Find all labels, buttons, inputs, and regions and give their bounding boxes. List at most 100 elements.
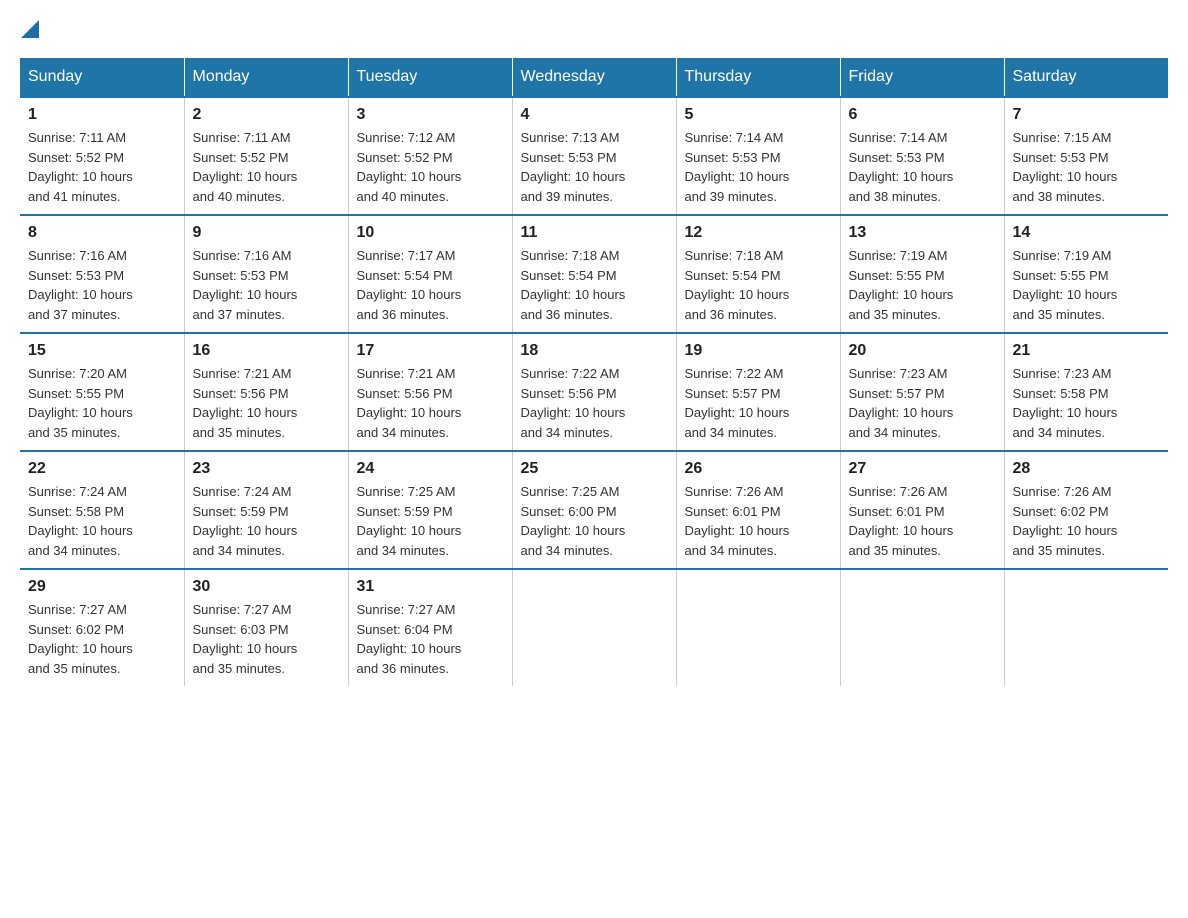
day-info: Sunrise: 7:15 AMSunset: 5:53 PMDaylight:…: [1013, 128, 1161, 206]
day-number: 18: [521, 342, 668, 360]
day-number: 15: [28, 342, 176, 360]
day-info: Sunrise: 7:19 AMSunset: 5:55 PMDaylight:…: [1013, 246, 1161, 324]
calendar-cell: 18 Sunrise: 7:22 AMSunset: 5:56 PMDayligh…: [512, 333, 676, 451]
calendar-cell: 2 Sunrise: 7:11 AMSunset: 5:52 PMDaylight…: [184, 97, 348, 215]
day-info: Sunrise: 7:26 AMSunset: 6:01 PMDaylight:…: [685, 482, 832, 560]
calendar-cell: 8Sunrise: 7:16 AMSunset: 5:53 PMDaylight…: [20, 215, 184, 333]
day-number: 26: [685, 460, 832, 478]
calendar-cell: 10Sunrise: 7:17 AMSunset: 5:54 PMDayligh…: [348, 215, 512, 333]
day-info: Sunrise: 7:11 AMSunset: 5:52 PMDaylight:…: [193, 128, 340, 206]
day-number: 9: [193, 224, 340, 242]
week-row-2: 8Sunrise: 7:16 AMSunset: 5:53 PMDaylight…: [20, 215, 1168, 333]
day-number: 5: [685, 106, 832, 124]
day-info: Sunrise: 7:18 AMSunset: 5:54 PMDaylight:…: [521, 246, 668, 324]
calendar-header: SundayMondayTuesdayWednesdayThursdayFrid…: [20, 58, 1168, 97]
calendar-cell: 22 Sunrise: 7:24 AMSunset: 5:58 PMDayligh…: [20, 451, 184, 569]
day-info: Sunrise: 7:24 AMSunset: 5:59 PMDaylight:…: [193, 482, 340, 560]
day-info: Sunrise: 7:27 AMSunset: 6:04 PMDaylight:…: [357, 600, 504, 678]
day-number: 31: [357, 578, 504, 596]
calendar-cell: 19 Sunrise: 7:22 AMSunset: 5:57 PMDayligh…: [676, 333, 840, 451]
day-info: Sunrise: 7:27 AMSunset: 6:03 PMDaylight:…: [193, 600, 340, 678]
day-number: 27: [849, 460, 996, 478]
day-info: Sunrise: 7:16 AMSunset: 5:53 PMDaylight:…: [193, 246, 340, 324]
calendar-cell: 6 Sunrise: 7:14 AMSunset: 5:53 PMDaylight…: [840, 97, 1004, 215]
day-number: 25: [521, 460, 668, 478]
calendar-cell: 27 Sunrise: 7:26 AMSunset: 6:01 PMDayligh…: [840, 451, 1004, 569]
day-of-week-saturday: Saturday: [1004, 58, 1168, 97]
day-info: Sunrise: 7:21 AMSunset: 5:56 PMDaylight:…: [357, 364, 504, 442]
day-info: Sunrise: 7:26 AMSunset: 6:02 PMDaylight:…: [1013, 482, 1161, 560]
day-number: 29: [28, 578, 176, 596]
logo-triangle-icon: [21, 20, 39, 38]
calendar-cell: 20 Sunrise: 7:23 AMSunset: 5:57 PMDayligh…: [840, 333, 1004, 451]
calendar-cell: 11 Sunrise: 7:18 AMSunset: 5:54 PMDayligh…: [512, 215, 676, 333]
day-info: Sunrise: 7:12 AMSunset: 5:52 PMDaylight:…: [357, 128, 504, 206]
calendar-cell: 14 Sunrise: 7:19 AMSunset: 5:55 PMDayligh…: [1004, 215, 1168, 333]
calendar-cell: 23 Sunrise: 7:24 AMSunset: 5:59 PMDayligh…: [184, 451, 348, 569]
day-info: Sunrise: 7:17 AMSunset: 5:54 PMDaylight:…: [357, 246, 504, 324]
day-number: 1: [28, 106, 176, 124]
day-number: 24: [357, 460, 504, 478]
day-info: Sunrise: 7:19 AMSunset: 5:55 PMDaylight:…: [849, 246, 996, 324]
calendar-cell: [676, 569, 840, 686]
calendar-cell: 3Sunrise: 7:12 AMSunset: 5:52 PMDaylight…: [348, 97, 512, 215]
day-number: 2: [193, 106, 340, 124]
day-info: Sunrise: 7:18 AMSunset: 5:54 PMDaylight:…: [685, 246, 832, 324]
calendar-cell: 31 Sunrise: 7:27 AMSunset: 6:04 PMDayligh…: [348, 569, 512, 686]
day-info: Sunrise: 7:11 AMSunset: 5:52 PMDaylight:…: [28, 128, 176, 206]
calendar-cell: [1004, 569, 1168, 686]
day-info: Sunrise: 7:21 AMSunset: 5:56 PMDaylight:…: [193, 364, 340, 442]
day-info: Sunrise: 7:25 AMSunset: 6:00 PMDaylight:…: [521, 482, 668, 560]
calendar-cell: 29 Sunrise: 7:27 AMSunset: 6:02 PMDayligh…: [20, 569, 184, 686]
week-row-3: 15Sunrise: 7:20 AMSunset: 5:55 PMDayligh…: [20, 333, 1168, 451]
day-info: Sunrise: 7:13 AMSunset: 5:53 PMDaylight:…: [521, 128, 668, 206]
day-number: 4: [521, 106, 668, 124]
day-of-week-wednesday: Wednesday: [512, 58, 676, 97]
day-info: Sunrise: 7:24 AMSunset: 5:58 PMDaylight:…: [28, 482, 176, 560]
day-number: 13: [849, 224, 996, 242]
calendar-cell: 9 Sunrise: 7:16 AMSunset: 5:53 PMDaylight…: [184, 215, 348, 333]
day-number: 16: [193, 342, 340, 360]
day-info: Sunrise: 7:16 AMSunset: 5:53 PMDaylight:…: [28, 246, 176, 324]
week-row-1: 1 Sunrise: 7:11 AMSunset: 5:52 PMDaylight…: [20, 97, 1168, 215]
day-number: 28: [1013, 460, 1161, 478]
calendar-body: 1 Sunrise: 7:11 AMSunset: 5:52 PMDaylight…: [20, 97, 1168, 686]
day-number: 14: [1013, 224, 1161, 242]
day-info: Sunrise: 7:27 AMSunset: 6:02 PMDaylight:…: [28, 600, 176, 678]
day-info: Sunrise: 7:25 AMSunset: 5:59 PMDaylight:…: [357, 482, 504, 560]
week-row-4: 22 Sunrise: 7:24 AMSunset: 5:58 PMDayligh…: [20, 451, 1168, 569]
page-header: [20, 20, 1168, 40]
day-number: 20: [849, 342, 996, 360]
day-number: 11: [521, 224, 668, 242]
calendar-cell: 30 Sunrise: 7:27 AMSunset: 6:03 PMDayligh…: [184, 569, 348, 686]
calendar-cell: 15Sunrise: 7:20 AMSunset: 5:55 PMDayligh…: [20, 333, 184, 451]
calendar-cell: [512, 569, 676, 686]
day-info: Sunrise: 7:26 AMSunset: 6:01 PMDaylight:…: [849, 482, 996, 560]
calendar-cell: 24 Sunrise: 7:25 AMSunset: 5:59 PMDayligh…: [348, 451, 512, 569]
day-number: 21: [1013, 342, 1161, 360]
calendar-cell: 21 Sunrise: 7:23 AMSunset: 5:58 PMDayligh…: [1004, 333, 1168, 451]
day-number: 23: [193, 460, 340, 478]
day-number: 6: [849, 106, 996, 124]
calendar-cell: 7Sunrise: 7:15 AMSunset: 5:53 PMDaylight…: [1004, 97, 1168, 215]
day-info: Sunrise: 7:22 AMSunset: 5:56 PMDaylight:…: [521, 364, 668, 442]
day-number: 12: [685, 224, 832, 242]
day-of-week-thursday: Thursday: [676, 58, 840, 97]
day-of-week-tuesday: Tuesday: [348, 58, 512, 97]
calendar-cell: 1 Sunrise: 7:11 AMSunset: 5:52 PMDaylight…: [20, 97, 184, 215]
day-info: Sunrise: 7:14 AMSunset: 5:53 PMDaylight:…: [849, 128, 996, 206]
day-of-week-monday: Monday: [184, 58, 348, 97]
day-info: Sunrise: 7:23 AMSunset: 5:57 PMDaylight:…: [849, 364, 996, 442]
logo: [20, 20, 39, 40]
calendar-table: SundayMondayTuesdayWednesdayThursdayFrid…: [20, 58, 1168, 686]
calendar-cell: 26 Sunrise: 7:26 AMSunset: 6:01 PMDayligh…: [676, 451, 840, 569]
calendar-cell: 4 Sunrise: 7:13 AMSunset: 5:53 PMDaylight…: [512, 97, 676, 215]
day-number: 22: [28, 460, 176, 478]
calendar-cell: 12 Sunrise: 7:18 AMSunset: 5:54 PMDayligh…: [676, 215, 840, 333]
day-number: 30: [193, 578, 340, 596]
day-info: Sunrise: 7:23 AMSunset: 5:58 PMDaylight:…: [1013, 364, 1161, 442]
day-number: 19: [685, 342, 832, 360]
calendar-cell: 25 Sunrise: 7:25 AMSunset: 6:00 PMDayligh…: [512, 451, 676, 569]
calendar-cell: 28 Sunrise: 7:26 AMSunset: 6:02 PMDayligh…: [1004, 451, 1168, 569]
day-info: Sunrise: 7:22 AMSunset: 5:57 PMDaylight:…: [685, 364, 832, 442]
